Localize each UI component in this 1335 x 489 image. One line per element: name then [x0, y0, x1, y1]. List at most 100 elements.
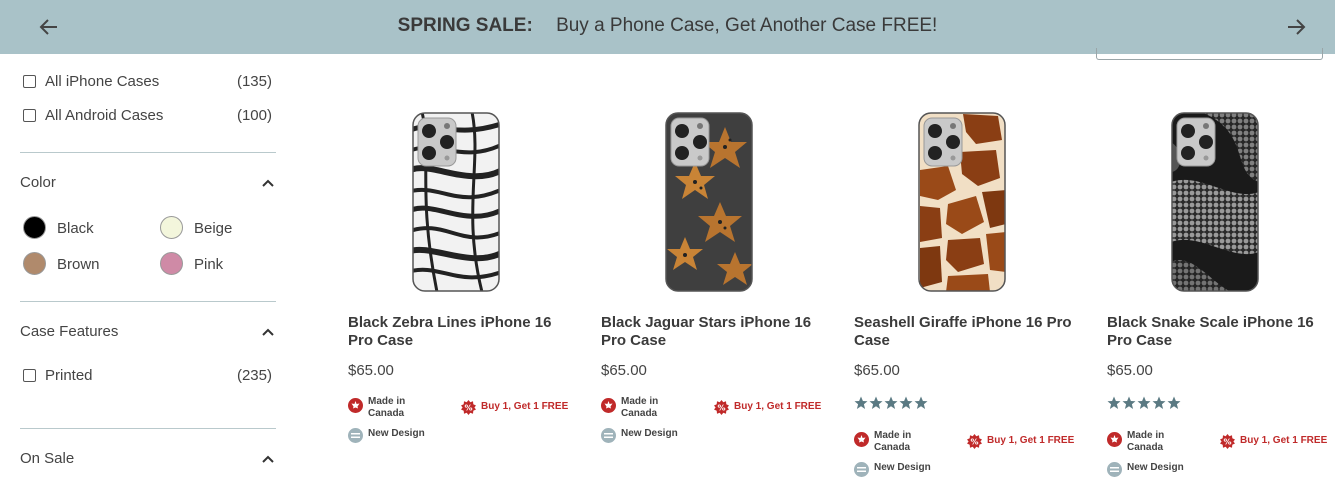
checkbox[interactable] — [23, 75, 36, 88]
badge-text: New Design — [874, 462, 931, 473]
on-sale-section-header[interactable]: On Sale — [20, 450, 276, 472]
product-price: $65.00 — [854, 362, 900, 379]
color-label: Pink — [194, 256, 224, 273]
filter-all-iphone[interactable]: All iPhone Cases (135) — [20, 72, 276, 92]
divider — [20, 152, 276, 153]
badge-text: New Design — [368, 428, 425, 439]
chevron-up-icon — [262, 328, 274, 336]
new-design-icon — [348, 428, 363, 443]
star-icon — [884, 396, 898, 409]
color-swatch — [160, 216, 183, 239]
divider — [20, 301, 276, 302]
product-title-line: Black Jaguar Stars iPhone 16 — [601, 314, 812, 331]
badge-text: Made in — [368, 396, 406, 407]
product-title-line: Pro Case — [348, 332, 414, 349]
product-title-line: Seashell Giraffe iPhone 16 Pro — [854, 314, 1072, 331]
badge-text: Canada — [368, 408, 405, 419]
product-image-zebra-case[interactable] — [412, 112, 500, 292]
chevron-up-icon — [262, 179, 274, 187]
canada-flag-icon — [601, 398, 616, 413]
case-features-section-header[interactable]: Case Features — [20, 323, 276, 345]
star-icon — [1167, 396, 1181, 409]
svg-text:%: % — [970, 438, 978, 447]
section-title: Case Features — [20, 323, 119, 340]
star-icon — [854, 396, 868, 409]
discount-icon: % — [714, 400, 729, 415]
badge-text: Canada — [1127, 442, 1164, 453]
canada-flag-icon — [348, 398, 363, 413]
new-design-icon — [1107, 462, 1122, 477]
product-title-line: Black Snake Scale iPhone 16 — [1107, 314, 1314, 331]
badge-text: Canada — [621, 408, 658, 419]
filter-all-android[interactable]: All Android Cases (100) — [20, 106, 276, 126]
product-title-line: Pro Case — [601, 332, 667, 349]
svg-text:%: % — [1223, 438, 1231, 447]
star-icon — [869, 396, 883, 409]
filter-count: (135) — [236, 73, 272, 90]
section-title: On Sale — [20, 450, 75, 467]
product-title-line: Pro Case — [1107, 332, 1173, 349]
rating-stars — [1107, 396, 1182, 410]
svg-text:%: % — [717, 404, 725, 413]
color-option-black[interactable]: Black — [23, 216, 143, 240]
color-option-pink[interactable]: Pink — [160, 252, 276, 276]
badge-text: Buy 1, Get 1 FREE — [987, 435, 1075, 446]
sort-dropdown[interactable] — [1096, 48, 1323, 60]
product-title-line: Case — [854, 332, 890, 349]
badge-text: Buy 1, Get 1 FREE — [1240, 435, 1328, 446]
new-design-icon — [601, 428, 616, 443]
product-title-line: Black Zebra Lines iPhone 16 — [348, 314, 552, 331]
promo-label: SPRING SALE: — [397, 15, 533, 36]
new-design-icon — [854, 462, 869, 477]
discount-icon: % — [967, 434, 982, 449]
discount-icon: % — [1220, 434, 1235, 449]
star-icon — [1152, 396, 1166, 409]
color-option-beige[interactable]: Beige — [160, 216, 276, 240]
star-icon — [899, 396, 913, 409]
product-title[interactable]: Black Snake Scale iPhone 16 Pro Case — [1107, 314, 1332, 350]
color-swatch — [23, 216, 46, 239]
color-label: Black — [57, 220, 94, 237]
badge-text: Made in — [621, 396, 659, 407]
color-swatch — [23, 252, 46, 275]
filter-printed[interactable]: Printed (235) — [20, 366, 276, 386]
discount-icon: % — [461, 400, 476, 415]
rating-stars — [854, 396, 929, 410]
product-price: $65.00 — [1107, 362, 1153, 379]
section-title: Color — [20, 174, 56, 191]
color-label: Beige — [194, 220, 233, 237]
color-option-brown[interactable]: Brown — [23, 252, 143, 276]
color-label: Brown — [57, 256, 100, 273]
badge-text: Canada — [874, 442, 911, 453]
filter-count: (235) — [236, 367, 272, 384]
canada-flag-icon — [1107, 432, 1122, 447]
star-icon — [914, 396, 928, 409]
badge-text: New Design — [621, 428, 678, 439]
badge-text: Made in — [1127, 430, 1165, 441]
product-image-giraffe-case[interactable] — [918, 112, 1006, 292]
promo-banner: SPRING SALE: Buy a Phone Case, Get Anoth… — [0, 0, 1335, 54]
promo-message: Buy a Phone Case, Get Another Case FREE! — [556, 15, 938, 36]
product-price: $65.00 — [601, 362, 647, 379]
star-icon — [1137, 396, 1151, 409]
product-title[interactable]: Black Zebra Lines iPhone 16 Pro Case — [348, 314, 573, 350]
star-icon — [1122, 396, 1136, 409]
checkbox[interactable] — [23, 109, 36, 122]
filter-label: Printed — [45, 367, 93, 384]
badge-text: New Design — [1127, 462, 1184, 473]
filter-label: All Android Cases — [45, 107, 164, 124]
product-title[interactable]: Black Jaguar Stars iPhone 16 Pro Case — [601, 314, 826, 350]
chevron-up-icon — [262, 455, 274, 463]
product-price: $65.00 — [348, 362, 394, 379]
svg-text:%: % — [464, 404, 472, 413]
filter-label: All iPhone Cases — [45, 73, 160, 90]
divider — [20, 428, 276, 429]
product-title[interactable]: Seashell Giraffe iPhone 16 Pro Case — [854, 314, 1079, 350]
product-image-snake-case[interactable] — [1171, 112, 1259, 292]
checkbox[interactable] — [23, 369, 36, 382]
color-swatch — [160, 252, 183, 275]
color-section-header[interactable]: Color — [20, 174, 276, 196]
product-image-jaguar-case[interactable] — [665, 112, 753, 292]
badge-text: Buy 1, Get 1 FREE — [734, 401, 822, 412]
arrow-right-icon[interactable] — [1282, 13, 1310, 41]
